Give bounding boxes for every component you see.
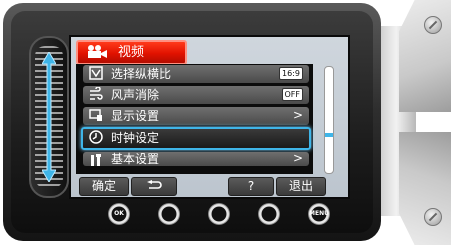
menu-item-display-settings[interactable]: 显示设置 > bbox=[83, 107, 309, 125]
hardware-button-4[interactable] bbox=[258, 203, 280, 225]
menu-list: 选择纵横比 16:9 风声消除 OFF 显示设置 > 时钟设定 基本设置 > bbox=[76, 64, 313, 174]
scrollbar[interactable] bbox=[324, 66, 334, 174]
menu-item-label: 选择纵横比 bbox=[111, 67, 172, 81]
back-softkey[interactable] bbox=[131, 177, 177, 196]
wind-icon bbox=[90, 87, 103, 100]
clock-icon bbox=[89, 130, 103, 144]
aspect-ratio-icon bbox=[89, 66, 103, 80]
screw-icon bbox=[424, 16, 442, 34]
display-icon bbox=[89, 109, 102, 121]
menu-item-basic-settings[interactable]: 基本设置 > bbox=[83, 152, 309, 166]
menu-title-tab[interactable]: 视频 bbox=[76, 40, 187, 65]
chevron-right-icon: > bbox=[292, 152, 303, 165]
return-arrow-icon bbox=[147, 180, 162, 189]
menu-item-wind-cut[interactable]: 风声消除 OFF bbox=[83, 86, 309, 104]
lcd-screen: 视频 选择纵横比 16:9 风声消除 OFF 显示设置 > 时钟设定 基本设置 … bbox=[69, 35, 350, 199]
lcd-arm-top bbox=[399, 0, 451, 112]
video-camera-icon bbox=[88, 45, 107, 58]
chevron-right-icon: > bbox=[292, 108, 303, 122]
menu-item-aspect-ratio[interactable]: 选择纵横比 16:9 bbox=[83, 65, 309, 83]
status-badge: 16:9 bbox=[279, 67, 303, 80]
screw-icon bbox=[424, 208, 442, 226]
menu-item-clock-setting[interactable]: 时钟设定 bbox=[81, 127, 311, 150]
scroll-thumb[interactable] bbox=[325, 133, 333, 137]
zoom-slider[interactable] bbox=[29, 36, 69, 198]
hardware-button-2[interactable] bbox=[158, 203, 180, 225]
status-badge: OFF bbox=[281, 88, 303, 101]
hardware-button-3[interactable] bbox=[208, 203, 230, 225]
confirm-softkey[interactable]: 确定 bbox=[79, 177, 129, 196]
menu-hardware-button[interactable]: MENU bbox=[308, 203, 330, 225]
exit-softkey[interactable]: 退出 bbox=[276, 177, 326, 196]
help-softkey[interactable]: ? bbox=[228, 177, 274, 196]
menu-item-label: 风声消除 bbox=[111, 88, 160, 102]
ok-hardware-button[interactable]: OK bbox=[108, 203, 130, 225]
lcd-arm-bottom bbox=[399, 132, 451, 245]
up-down-arrow-icon bbox=[42, 52, 56, 182]
menu-item-label: 基本设置 bbox=[111, 152, 160, 166]
menu-item-label: 时钟设定 bbox=[111, 131, 160, 145]
menu-title-label: 视频 bbox=[118, 45, 145, 60]
menu-item-label: 显示设置 bbox=[111, 109, 160, 123]
tools-icon bbox=[91, 154, 101, 166]
